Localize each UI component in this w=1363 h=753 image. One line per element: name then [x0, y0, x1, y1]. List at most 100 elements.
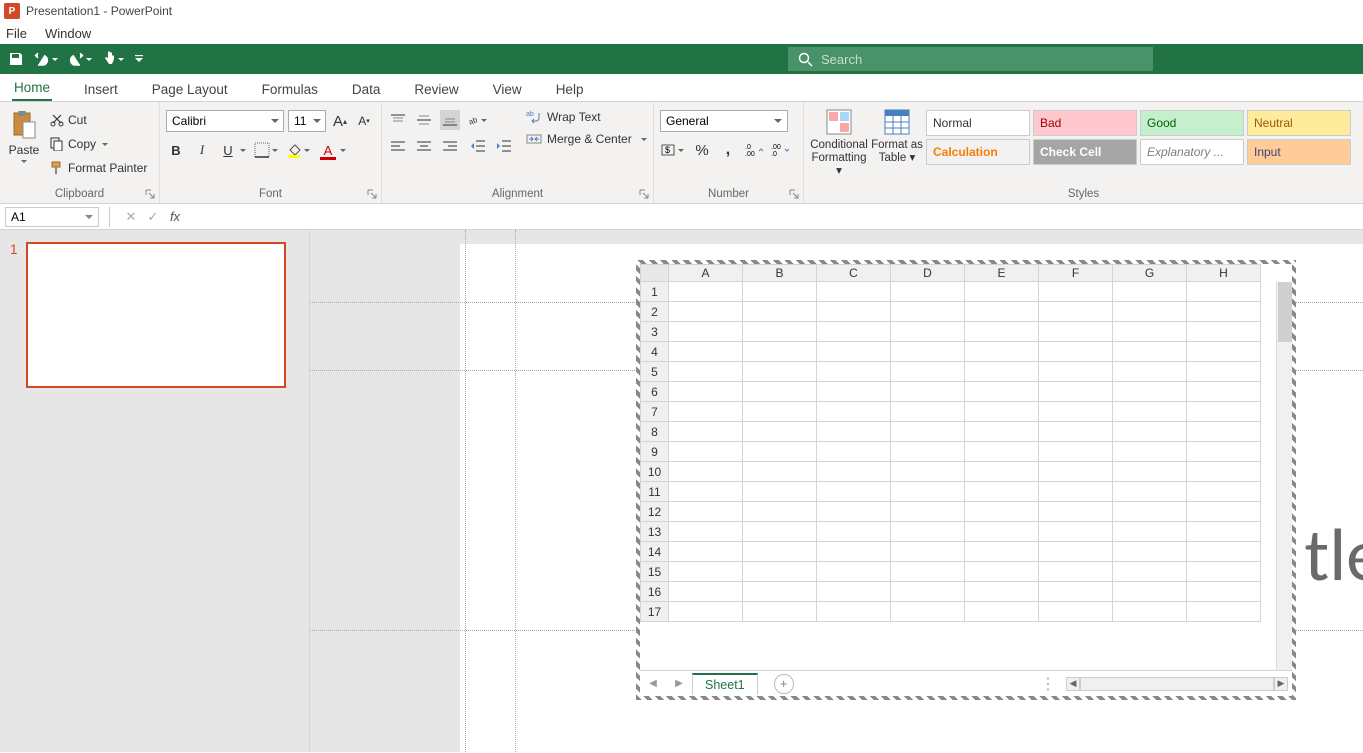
merge-center-button[interactable]: Merge & Center: [526, 132, 647, 146]
cell[interactable]: [965, 522, 1039, 542]
cell[interactable]: [1113, 302, 1187, 322]
tab-formulas[interactable]: Formulas: [260, 78, 320, 101]
wrap-text-button[interactable]: ab Wrap Text: [526, 110, 647, 124]
cell[interactable]: [1113, 422, 1187, 442]
cell[interactable]: [891, 482, 965, 502]
cell[interactable]: [817, 522, 891, 542]
cell[interactable]: [891, 542, 965, 562]
underline-button[interactable]: U: [218, 140, 248, 160]
tab-view[interactable]: View: [491, 78, 524, 101]
cell[interactable]: [965, 482, 1039, 502]
comma-style-button[interactable]: ,: [718, 140, 738, 160]
cell[interactable]: [1113, 322, 1187, 342]
cell[interactable]: [891, 602, 965, 622]
cell[interactable]: [1187, 422, 1261, 442]
cell[interactable]: [891, 422, 965, 442]
cell[interactable]: [669, 342, 743, 362]
row-header[interactable]: 16: [641, 582, 669, 602]
cell[interactable]: [1113, 362, 1187, 382]
cell[interactable]: [743, 482, 817, 502]
row-header[interactable]: 12: [641, 502, 669, 522]
bold-button[interactable]: B: [166, 140, 186, 160]
cell[interactable]: [669, 602, 743, 622]
redo-button[interactable]: [68, 53, 92, 66]
paste-button[interactable]: Paste: [6, 106, 42, 188]
cell[interactable]: [1113, 342, 1187, 362]
row-header[interactable]: 2: [641, 302, 669, 322]
cell[interactable]: [817, 482, 891, 502]
cell[interactable]: [1187, 442, 1261, 462]
cell[interactable]: [1113, 602, 1187, 622]
increase-font-button[interactable]: A▴: [330, 111, 350, 131]
cell[interactable]: [1187, 382, 1261, 402]
cell[interactable]: [1187, 282, 1261, 302]
cell[interactable]: [669, 282, 743, 302]
cell[interactable]: [669, 382, 743, 402]
cell[interactable]: [965, 302, 1039, 322]
borders-button[interactable]: [254, 142, 280, 158]
format-painter-button[interactable]: Format Painter: [46, 157, 151, 179]
cell[interactable]: [743, 322, 817, 342]
cell[interactable]: [965, 362, 1039, 382]
cell[interactable]: [965, 582, 1039, 602]
cell[interactable]: [1187, 542, 1261, 562]
cell[interactable]: [817, 502, 891, 522]
row-header[interactable]: 7: [641, 402, 669, 422]
cell[interactable]: [817, 282, 891, 302]
cell[interactable]: [965, 542, 1039, 562]
cell[interactable]: [1039, 322, 1113, 342]
row-header[interactable]: 14: [641, 542, 669, 562]
cell[interactable]: [817, 422, 891, 442]
cell[interactable]: [743, 582, 817, 602]
cell[interactable]: [965, 602, 1039, 622]
cell[interactable]: [1039, 342, 1113, 362]
cell[interactable]: [891, 462, 965, 482]
row-header[interactable]: 3: [641, 322, 669, 342]
cell[interactable]: [743, 342, 817, 362]
select-all-corner[interactable]: [641, 265, 669, 282]
cell[interactable]: [743, 462, 817, 482]
number-format-select[interactable]: General: [660, 110, 788, 132]
cell[interactable]: [965, 402, 1039, 422]
vertical-scrollbar[interactable]: [1276, 282, 1292, 670]
column-header[interactable]: B: [743, 265, 817, 282]
touch-mouse-mode-button[interactable]: [102, 51, 124, 67]
formula-input[interactable]: [186, 207, 1363, 227]
cell[interactable]: [1113, 282, 1187, 302]
cell[interactable]: [965, 322, 1039, 342]
cell[interactable]: [1113, 402, 1187, 422]
cell[interactable]: [817, 542, 891, 562]
cell[interactable]: [669, 322, 743, 342]
cell[interactable]: [1039, 542, 1113, 562]
cell[interactable]: [891, 442, 965, 462]
cell[interactable]: [965, 462, 1039, 482]
cell[interactable]: [669, 302, 743, 322]
cell[interactable]: [743, 422, 817, 442]
row-header[interactable]: 17: [641, 602, 669, 622]
column-header[interactable]: H: [1187, 265, 1261, 282]
cell[interactable]: [817, 362, 891, 382]
cell[interactable]: [743, 382, 817, 402]
style-check-cell[interactable]: Check Cell: [1033, 139, 1137, 165]
row-header[interactable]: 9: [641, 442, 669, 462]
enter-formula-button[interactable]: ✓: [142, 209, 164, 225]
increase-decimal-button[interactable]: .0.00: [744, 140, 764, 160]
row-header[interactable]: 11: [641, 482, 669, 502]
cell[interactable]: [817, 582, 891, 602]
cell[interactable]: [891, 402, 965, 422]
cell[interactable]: [1113, 502, 1187, 522]
accounting-format-button[interactable]: $: [660, 142, 686, 158]
cell[interactable]: [1039, 422, 1113, 442]
tab-data[interactable]: Data: [350, 78, 383, 101]
slide-thumbnail[interactable]: [26, 242, 286, 388]
save-button[interactable]: [8, 51, 24, 67]
alignment-dialog-launcher[interactable]: [639, 189, 649, 199]
cell[interactable]: [1039, 282, 1113, 302]
cell[interactable]: [1039, 462, 1113, 482]
style-explanatory[interactable]: Explanatory ...: [1140, 139, 1244, 165]
clipboard-dialog-launcher[interactable]: [145, 189, 155, 199]
cell[interactable]: [743, 442, 817, 462]
cell[interactable]: [1039, 562, 1113, 582]
hscroll-left[interactable]: ◀: [1066, 677, 1080, 691]
cell[interactable]: [669, 522, 743, 542]
